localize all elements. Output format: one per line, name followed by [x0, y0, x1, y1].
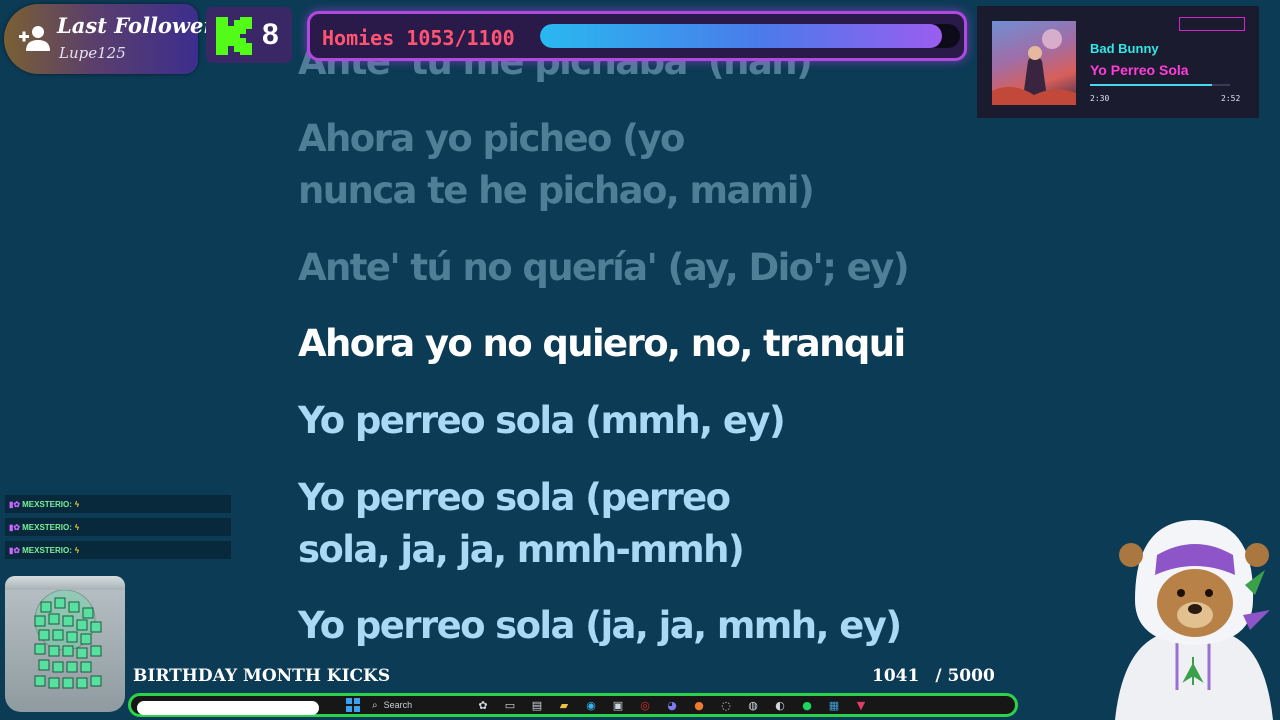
- kick-count-value: 8: [262, 18, 279, 51]
- add-person-icon: [19, 26, 50, 51]
- follower-title: Last Follower: [57, 13, 215, 38]
- track-time-current: 2:30: [1090, 94, 1110, 103]
- badge-icon: ▮✿: [9, 499, 21, 509]
- goal-progress-track: [540, 24, 960, 48]
- kick-logo-icon: [216, 17, 252, 55]
- windows-start-icon[interactable]: [345, 697, 361, 713]
- taskbar-search[interactable]: ⌕ Search: [372, 697, 464, 713]
- lyric-line-6: Yo perreo sola (perreo sola, ja, ja, mmh…: [298, 476, 745, 571]
- last-follower-widget: Last Follower Lupe125: [4, 4, 214, 74]
- opera-icon[interactable]: ◎: [637, 697, 653, 713]
- now-playing-badge: [1179, 17, 1245, 31]
- track-time-total: 2:52: [1221, 94, 1241, 103]
- app-icon[interactable]: ▣: [610, 697, 626, 713]
- goal-label: Homies 1053/1100: [322, 26, 515, 50]
- search-icon: ⌕: [372, 699, 378, 711]
- app-icon[interactable]: ▤: [529, 697, 545, 713]
- lightning-icon: ϟ: [74, 499, 80, 509]
- app-icon[interactable]: ▦: [826, 697, 842, 713]
- taskbar: ⌕ Search ✿ ▭ ▤ ▰ ◉ ▣ ◎ ◕ ● ◌ ◍ ◐ ● ▦ ▼: [345, 695, 869, 715]
- lyric-line-7: Yo perreo sola (ja, ja, mmh, ey): [298, 604, 902, 647]
- birthday-goal-label: BIRTHDAY MONTH KICKS: [133, 666, 391, 686]
- lyric-line-5: Yo perreo sola (mmh, ey): [298, 399, 786, 442]
- jar-lid: [5, 576, 125, 590]
- lyric-line-3: Ante' tú no quería' (ay, Dio'; ey): [298, 246, 910, 289]
- bear-mascot-image: [1115, 520, 1273, 720]
- album-art: [992, 21, 1076, 105]
- chat-message: ▮✿ MEXSTERIO: ϟ: [5, 495, 231, 513]
- lightning-icon: ϟ: [74, 522, 80, 532]
- track-title: Yo Perreo Sola: [1090, 62, 1189, 78]
- birthday-goal-count: 1041 / 5000: [872, 666, 995, 686]
- spotify-icon[interactable]: ●: [799, 697, 815, 713]
- chat-username: MEXSTERIO:: [22, 522, 72, 532]
- app-icon[interactable]: ▼: [853, 697, 869, 713]
- search-label: Search: [383, 700, 413, 710]
- kick-viewer-counter: 8: [206, 7, 292, 63]
- firefox-icon[interactable]: ●: [691, 697, 707, 713]
- app-icon[interactable]: ◌: [718, 697, 734, 713]
- folder-icon[interactable]: ▰: [556, 697, 572, 713]
- follower-name: Lupe125: [59, 44, 126, 62]
- track-artist: Bad Bunny: [1090, 41, 1159, 56]
- chat-message: ▮✿ MEXSTERIO: ϟ: [5, 541, 231, 559]
- edge-icon[interactable]: ◉: [583, 697, 599, 713]
- lyric-line-current: Ahora yo no quiero, no, tranqui: [298, 322, 906, 365]
- chat-overlay: ▮✿ MEXSTERIO: ϟ ▮✿ MEXSTERIO: ϟ ▮✿ MEXST…: [5, 495, 231, 564]
- widgets-icon[interactable]: ✿: [475, 697, 491, 713]
- badge-icon: ▮✿: [9, 522, 21, 532]
- birthday-progress-fill: [137, 701, 319, 715]
- badge-icon: ▮✿: [9, 545, 21, 555]
- chat-username: MEXSTERIO:: [22, 499, 72, 509]
- discord-icon[interactable]: ◕: [664, 697, 680, 713]
- birthday-current: 1041: [872, 666, 920, 686]
- steam-icon[interactable]: ◍: [745, 697, 761, 713]
- homies-goal-bar: Homies 1053/1100: [307, 11, 967, 61]
- track-progress-fill: [1090, 84, 1212, 86]
- task-view-icon[interactable]: ▭: [502, 697, 518, 713]
- chat-username: MEXSTERIO:: [22, 545, 72, 555]
- goal-progress-fill: [540, 24, 942, 48]
- obs-icon[interactable]: ◐: [772, 697, 788, 713]
- lyric-line-2: Ahora yo picheo (yo nunca te he pichao, …: [298, 117, 815, 212]
- kick-logos-pile-icon: [34, 590, 102, 689]
- now-playing-widget: Bad Bunny Yo Perreo Sola 2:30 2:52: [977, 6, 1259, 118]
- lightning-icon: ϟ: [74, 545, 80, 555]
- track-progress-track: [1090, 84, 1230, 86]
- tip-jar-graphic: [5, 576, 125, 712]
- chat-message: ▮✿ MEXSTERIO: ϟ: [5, 518, 231, 536]
- birthday-target: / 5000: [935, 666, 995, 686]
